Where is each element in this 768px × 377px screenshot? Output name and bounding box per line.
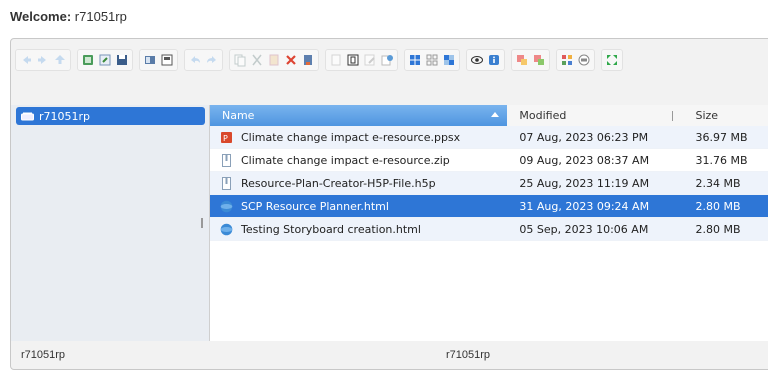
username: r71051rp [74, 9, 127, 24]
toolbar-group [511, 49, 550, 71]
file-modified: 07 Aug, 2023 06:23 PM [519, 130, 649, 144]
folder-tree: r71051rp [11, 105, 210, 341]
file-size: 31.76 MB [695, 153, 748, 167]
delete-icon[interactable] [283, 52, 299, 68]
toolbar-group [229, 49, 319, 71]
column-modified-label: Modified [519, 109, 567, 122]
column-headers: Name Modified Size [210, 105, 768, 126]
file-size: 2.80 MB [695, 222, 741, 236]
home-icon[interactable] [97, 52, 113, 68]
file-name-cell: Climate change impact e-resource.zip [210, 153, 507, 167]
svg-text:P: P [223, 134, 228, 143]
icons-view-icon[interactable] [407, 52, 423, 68]
file-row[interactable]: P Climate change impact e-resource.ppsx 07… [210, 126, 768, 149]
toolbar-group [184, 49, 223, 71]
status-bar: r71051rp r71051rp [11, 341, 768, 369]
column-name-label: Name [222, 109, 255, 122]
fullscreen-icon[interactable] [604, 52, 620, 68]
status-center: r71051rp [446, 349, 491, 361]
pane-resize-handle[interactable] [201, 218, 203, 228]
column-header-size[interactable]: Size [681, 105, 768, 126]
toolbar-group [325, 49, 398, 71]
list-view-icon[interactable] [424, 52, 440, 68]
file-modified: 31 Aug, 2023 09:24 AM [519, 199, 650, 213]
welcome-banner: Welcome: r71051rp [10, 9, 127, 24]
file-name: Climate change impact e-resource.ppsx [241, 130, 461, 144]
properties-icon[interactable] [379, 52, 395, 68]
redo-icon[interactable] [204, 52, 220, 68]
toolbar-group [601, 49, 623, 71]
file-size: 36.97 MB [695, 130, 748, 144]
toolbar-group [466, 49, 505, 71]
toolbar-group [139, 49, 178, 71]
back-icon[interactable] [18, 52, 34, 68]
cut-icon[interactable] [249, 52, 265, 68]
welcome-label: Welcome: [10, 9, 72, 24]
file-list: Name Modified Size P Climate change impac… [210, 105, 768, 341]
toolbar-group [15, 49, 71, 71]
reload-icon[interactable] [80, 52, 96, 68]
html-icon [220, 223, 233, 235]
preview-icon[interactable] [469, 52, 485, 68]
download-icon[interactable] [159, 52, 175, 68]
file-modified: 25 Aug, 2023 11:19 AM [519, 176, 650, 190]
duplicate-icon[interactable] [328, 52, 344, 68]
status-left: r71051rp [21, 349, 66, 361]
toolbar-group [556, 49, 595, 71]
html-icon [220, 200, 233, 212]
file-modified: 09 Aug, 2023 08:37 AM [519, 153, 650, 167]
file-rows: P Climate change impact e-resource.ppsx 07… [210, 126, 768, 241]
h5p-icon [222, 176, 231, 190]
file-name: Testing Storyboard creation.html [241, 222, 421, 236]
info-icon[interactable] [486, 52, 502, 68]
file-modified: 05 Sep, 2023 10:06 AM [519, 222, 649, 236]
copy-icon[interactable] [232, 52, 248, 68]
sort-ascending-icon [491, 112, 500, 117]
file-row[interactable]: SCP Resource Planner.html 31 Aug, 2023 09… [210, 195, 768, 218]
settings-icon[interactable] [576, 52, 592, 68]
save-icon[interactable] [114, 52, 130, 68]
column-header-name[interactable]: Name [210, 105, 508, 126]
file-name-cell: Testing Storyboard creation.html [210, 223, 507, 236]
undo-icon[interactable] [187, 52, 203, 68]
details-view-icon[interactable] [441, 52, 457, 68]
toolbar-group [404, 49, 460, 71]
extract-icon[interactable] [514, 52, 530, 68]
ppsx-icon: P [221, 131, 232, 143]
up-icon[interactable] [52, 52, 68, 68]
forward-icon[interactable] [35, 52, 51, 68]
column-header-modified[interactable]: Modified [507, 105, 682, 126]
file-name-cell: P Climate change impact e-resource.ppsx [210, 131, 507, 144]
file-manager: r71051rp Name Modified Size P Climate cha… [10, 38, 768, 370]
archive-icon[interactable] [531, 52, 547, 68]
open-icon[interactable] [142, 52, 158, 68]
file-row[interactable]: Testing Storyboard creation.html 05 Sep, … [210, 218, 768, 241]
column-resize-handle[interactable] [672, 111, 674, 121]
file-name: Climate change impact e-resource.zip [241, 153, 450, 167]
edit-icon[interactable] [362, 52, 378, 68]
file-row[interactable]: Resource-Plan-Creator-H5P-File.h5p 25 Aug… [210, 172, 768, 195]
panes: r71051rp Name Modified Size P Climate cha… [11, 105, 768, 341]
paste-icon[interactable] [266, 52, 282, 68]
file-name: Resource-Plan-Creator-H5P-File.h5p [241, 176, 436, 190]
toolbar-group [77, 49, 133, 71]
tree-item-root[interactable]: r71051rp [16, 107, 205, 125]
column-size-label: Size [695, 109, 719, 122]
file-name-cell: Resource-Plan-Creator-H5P-File.h5p [210, 176, 507, 190]
select-all-icon[interactable] [559, 52, 575, 68]
zip-icon [222, 153, 231, 167]
rename-icon[interactable] [345, 52, 361, 68]
file-row[interactable]: Climate change impact e-resource.zip 09 A… [210, 149, 768, 172]
empty-icon[interactable] [300, 52, 316, 68]
file-name: SCP Resource Planner.html [241, 199, 389, 213]
file-size: 2.34 MB [695, 176, 741, 190]
file-name-cell: SCP Resource Planner.html [210, 200, 507, 213]
file-size: 2.80 MB [695, 199, 741, 213]
drive-icon [21, 112, 34, 120]
tree-item-label: r71051rp [39, 109, 91, 123]
toolbar [11, 39, 768, 81]
